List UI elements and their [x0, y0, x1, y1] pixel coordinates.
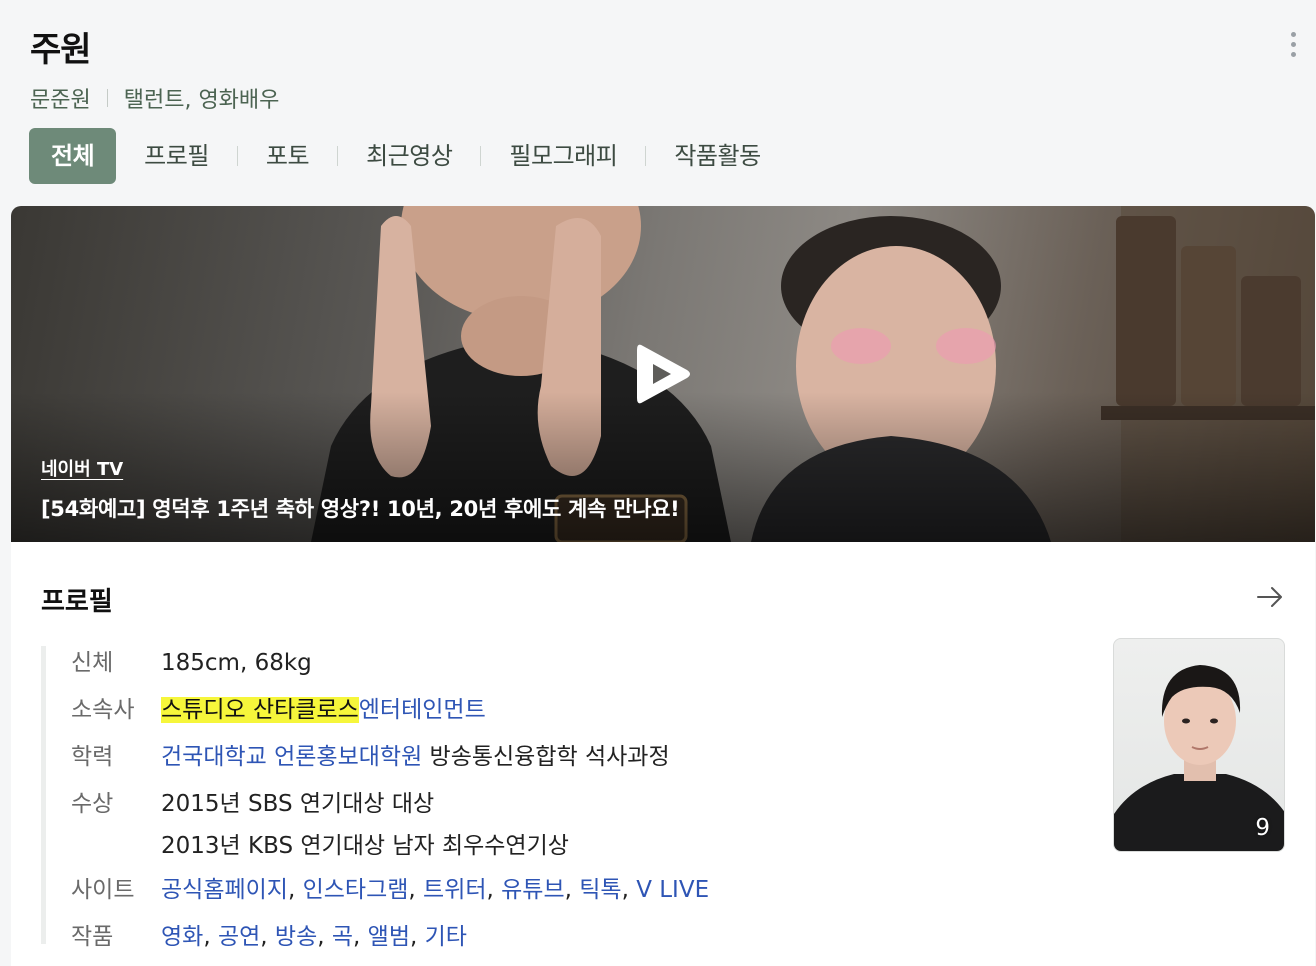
- info-label: 신체: [71, 650, 114, 676]
- person-name: 주원: [30, 30, 92, 70]
- tab-works[interactable]: 작품활동: [646, 128, 788, 184]
- profile-info: 신체 185cm, 68kg 소속사 스튜디오 산타클로스엔터테인먼트 학력 건…: [71, 640, 1071, 961]
- info-value: 185cm, 68kg: [161, 650, 312, 676]
- profile-header: 프로필: [41, 578, 1285, 618]
- site-link-twitter[interactable]: 트위터: [423, 877, 486, 903]
- tab-recent-videos[interactable]: 최근영상: [338, 128, 480, 184]
- info-label: 소속사: [71, 697, 135, 723]
- info-label: 사이트: [71, 877, 135, 903]
- education-detail: 방송통신융합학 석사과정: [422, 744, 670, 770]
- photo-count: 9: [1255, 815, 1270, 841]
- knowledge-panel: 주원 문준원 탤런트, 영화배우 전체 프로필 포토 최근영상 필모그래피 작품…: [0, 0, 1316, 966]
- profile-title: 프로필: [41, 587, 113, 617]
- occupation: 탤런트, 영화배우: [123, 88, 280, 113]
- site-link-tiktok[interactable]: 틱톡: [579, 877, 621, 903]
- info-row-works: 작품 영화, 공연, 방송, 곡, 앨범, 기타: [71, 914, 1071, 961]
- info-row-education: 학력 건국대학교 언론홍보대학원 방송통신융합학 석사과정: [71, 734, 1071, 781]
- site-link-youtube[interactable]: 유튜브: [501, 877, 564, 903]
- info-accent-bar: [41, 646, 46, 944]
- tab-profile[interactable]: 프로필: [116, 128, 237, 184]
- site-link-instagram[interactable]: 인스타그램: [303, 877, 409, 903]
- site-link-official[interactable]: 공식홈페이지: [161, 877, 288, 903]
- award-item: 2013년 KBS 연기대상 남자 최우수연기상: [161, 833, 569, 859]
- real-name: 문준원: [30, 88, 91, 113]
- works-link-song[interactable]: 곡: [332, 924, 353, 950]
- video-source-link[interactable]: 네이버 TV: [41, 455, 123, 481]
- works-link-movie[interactable]: 영화: [161, 924, 203, 950]
- info-row-sites: 사이트 공식홈페이지, 인스타그램, 트위터, 유튜브, 틱톡, V LIVE: [71, 867, 1071, 914]
- info-row-body: 신체 185cm, 68kg: [71, 640, 1071, 687]
- tab-all[interactable]: 전체: [29, 128, 117, 184]
- person-subtitle: 문준원 탤런트, 영화배우: [30, 82, 279, 114]
- award-item: 2015년 SBS 연기대상 대상: [161, 791, 435, 817]
- info-label: 작품: [71, 924, 114, 950]
- tab-bar: 전체 프로필 포토 최근영상 필모그래피 작품활동: [29, 128, 789, 184]
- works-link-etc[interactable]: 기타: [425, 924, 467, 950]
- agency-link[interactable]: 엔터테인먼트: [359, 697, 486, 723]
- education-link[interactable]: 건국대학교 언론홍보대학원: [161, 744, 422, 770]
- works-link-broadcast[interactable]: 방송: [275, 924, 317, 950]
- tab-photo[interactable]: 포토: [238, 128, 337, 184]
- info-row-agency: 소속사 스튜디오 산타클로스엔터테인먼트: [71, 687, 1071, 734]
- info-row-awards: 수상 2015년 SBS 연기대상 대상 2013년 KBS 연기대상 남자 최…: [71, 781, 1071, 867]
- content-card: 네이버 TV [54화예고] 영덕후 1주년 축하 영상?! 10년, 20년 …: [11, 206, 1315, 966]
- tab-filmography[interactable]: 필모그래피: [481, 128, 645, 184]
- info-label: 학력: [71, 744, 114, 770]
- video-thumbnail[interactable]: 네이버 TV [54화예고] 영덕후 1주년 축하 영상?! 10년, 20년 …: [11, 206, 1315, 542]
- works-link-performance[interactable]: 공연: [218, 924, 260, 950]
- more-options-icon[interactable]: [1284, 26, 1302, 62]
- agency-highlight-link[interactable]: 스튜디오 산타클로스: [161, 697, 359, 723]
- info-label: 수상: [71, 791, 114, 817]
- arrow-right-icon[interactable]: [1255, 582, 1285, 612]
- play-icon[interactable]: [633, 338, 693, 410]
- divider: [106, 89, 108, 107]
- site-link-vlive[interactable]: V LIVE: [636, 877, 709, 903]
- profile-photo[interactable]: 9: [1113, 638, 1285, 852]
- video-title[interactable]: [54화예고] 영덕후 1주년 축하 영상?! 10년, 20년 후에도 계속 …: [41, 493, 680, 523]
- works-link-album[interactable]: 앨범: [368, 924, 410, 950]
- panel-header: 주원 문준원 탤런트, 영화배우 전체 프로필 포토 최근영상 필모그래피 작품…: [0, 0, 1316, 200]
